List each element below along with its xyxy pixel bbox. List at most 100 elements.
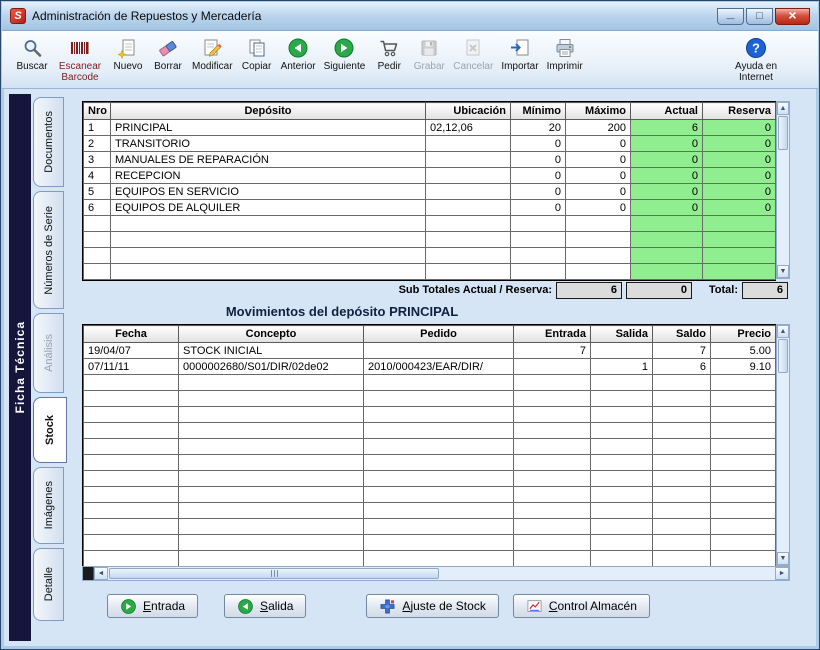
table-row[interactable] (84, 503, 776, 519)
scroll-thumb[interactable] (778, 116, 788, 150)
cell (179, 471, 364, 487)
cell (591, 343, 653, 359)
tab-ficha-tecnica[interactable]: Ficha Técnica (9, 94, 31, 641)
toolbar-borrar-button[interactable]: Borrar (148, 34, 188, 73)
table-row[interactable] (84, 264, 776, 280)
scroll-up-icon[interactable]: ▲ (777, 102, 789, 115)
table-row[interactable] (84, 375, 776, 391)
scroll-down-icon[interactable]: ▼ (777, 552, 789, 565)
column-header[interactable]: Precio (711, 326, 776, 343)
scroll-track[interactable] (777, 151, 789, 265)
cell (426, 168, 511, 184)
table-row[interactable] (84, 471, 776, 487)
cell: 0 (703, 136, 776, 152)
tab-label: Números de Serie (43, 206, 55, 295)
column-header[interactable]: Actual (631, 103, 703, 120)
toolbar-modificar-button[interactable]: Modificar (188, 34, 237, 73)
table-row[interactable]: 19/04/07STOCK INICIAL775.00 (84, 343, 776, 359)
entrada-button[interactable]: Entrada (107, 594, 198, 618)
table-row[interactable] (84, 423, 776, 439)
table-row[interactable] (84, 455, 776, 471)
table-row[interactable]: 07/11/110000002680/S01/DIR/02de022010/00… (84, 359, 776, 375)
control-almacen-button[interactable]: Control Almacén (513, 594, 650, 618)
column-header[interactable]: Pedido (364, 326, 514, 343)
table-row[interactable] (84, 519, 776, 535)
tab-label: Documentos (43, 111, 55, 173)
cell: STOCK INICIAL (179, 343, 364, 359)
cell (514, 423, 591, 439)
column-header[interactable]: Nro (84, 103, 111, 120)
horizontal-scrollbar[interactable]: ◄ ► (82, 566, 790, 581)
cell (364, 423, 514, 439)
scroll-track[interactable] (777, 374, 789, 552)
table-row[interactable]: 4RECEPCION0000 (84, 168, 776, 184)
table-row[interactable]: 1PRINCIPAL02,12,062020060 (84, 120, 776, 136)
salida-button[interactable]: Salida (224, 594, 306, 618)
scroll-track[interactable] (440, 567, 775, 580)
toolbar-siguiente-button[interactable]: Siguiente (320, 34, 370, 73)
cancel-icon (462, 35, 484, 60)
scroll-right-icon[interactable]: ► (775, 567, 789, 580)
toolbar-nuevo-button[interactable]: Nuevo (108, 34, 148, 73)
tab-imagenes[interactable]: Imágenes (33, 467, 64, 544)
toolbar-button-label: Imprimir (547, 61, 583, 72)
toolbar-escanear-barcode-button[interactable]: Escanear Barcode (52, 34, 108, 84)
column-header[interactable]: Salida (591, 326, 653, 343)
close-icon[interactable] (775, 8, 810, 25)
toolbar-grabar-button[interactable]: Grabar (409, 34, 449, 73)
column-header[interactable]: Depósito (111, 103, 426, 120)
column-header[interactable]: Máximo (566, 103, 631, 120)
column-header[interactable]: Entrada (514, 326, 591, 343)
scroll-down-icon[interactable]: ▼ (777, 265, 789, 278)
table-row[interactable]: 5EQUIPOS EN SERVICIO0000 (84, 184, 776, 200)
column-header[interactable]: Mínimo (511, 103, 566, 120)
table-row[interactable]: 2TRANSITORIO0000 (84, 136, 776, 152)
column-header[interactable]: Saldo (653, 326, 711, 343)
table-row[interactable] (84, 232, 776, 248)
ajuste-de-stock-button[interactable]: Ajuste de Stock (366, 594, 498, 618)
tab-documentos[interactable]: Documentos (33, 97, 64, 187)
tab-stock[interactable]: Stock (33, 397, 67, 463)
toolbar-copiar-button[interactable]: Copiar (237, 34, 277, 73)
table-row[interactable] (84, 439, 776, 455)
titlebar[interactable]: Administración de Repuestos y Mercadería (2, 2, 818, 31)
scroll-thumb[interactable] (109, 568, 439, 579)
movements-scrollbar[interactable]: ▲ ▼ (776, 324, 790, 566)
scroll-up-icon[interactable]: ▲ (777, 325, 789, 338)
table-row[interactable] (84, 407, 776, 423)
table-row[interactable] (84, 487, 776, 503)
table-row[interactable] (84, 391, 776, 407)
side-tabs: Documentos Números de Serie Análisis Stock I… (33, 97, 67, 621)
tab-analisis[interactable]: Análisis (33, 313, 64, 393)
tab-detalle[interactable]: Detalle (33, 548, 64, 621)
table-row[interactable] (84, 216, 776, 232)
cell (426, 152, 511, 168)
table-row[interactable]: 3MANUALES DE REPARACIÓN0000 (84, 152, 776, 168)
table-row[interactable]: 6EQUIPOS DE ALQUILER0000 (84, 200, 776, 216)
column-header[interactable]: Reserva (703, 103, 776, 120)
column-header[interactable]: Concepto (179, 326, 364, 343)
column-header[interactable]: Ubicación (426, 103, 511, 120)
toolbar-imprimir-button[interactable]: Imprimir (543, 34, 587, 73)
cell (631, 264, 703, 280)
toolbar-pedir-button[interactable]: Pedir (369, 34, 409, 73)
table-row[interactable] (84, 248, 776, 264)
cell (364, 391, 514, 407)
maximize-icon[interactable] (746, 8, 773, 25)
toolbar-cancelar-button[interactable]: Cancelar (449, 34, 497, 73)
table-row[interactable] (84, 551, 776, 567)
toolbar-button-label: Copiar (242, 61, 271, 72)
toolbar-importar-button[interactable]: Importar (497, 34, 542, 73)
tab-numeros-de-serie[interactable]: Números de Serie (33, 191, 64, 309)
action-buttons: Entrada Salida Ajuste de Stock Control Alma… (82, 594, 790, 618)
header-row: FechaConceptoPedidoEntradaSalidaSaldoPre… (84, 326, 776, 343)
scroll-left-icon[interactable]: ◄ (94, 567, 108, 580)
toolbar-buscar-button[interactable]: Buscar (12, 34, 52, 73)
deposits-scrollbar[interactable]: ▲ ▼ (776, 101, 790, 279)
toolbar-ayuda-en-internet-button[interactable]: ?Ayuda en Internet (728, 34, 784, 84)
minimize-icon[interactable] (717, 8, 744, 25)
scroll-thumb[interactable] (778, 339, 788, 373)
table-row[interactable] (84, 535, 776, 551)
toolbar-anterior-button[interactable]: Anterior (277, 34, 320, 73)
column-header[interactable]: Fecha (84, 326, 179, 343)
